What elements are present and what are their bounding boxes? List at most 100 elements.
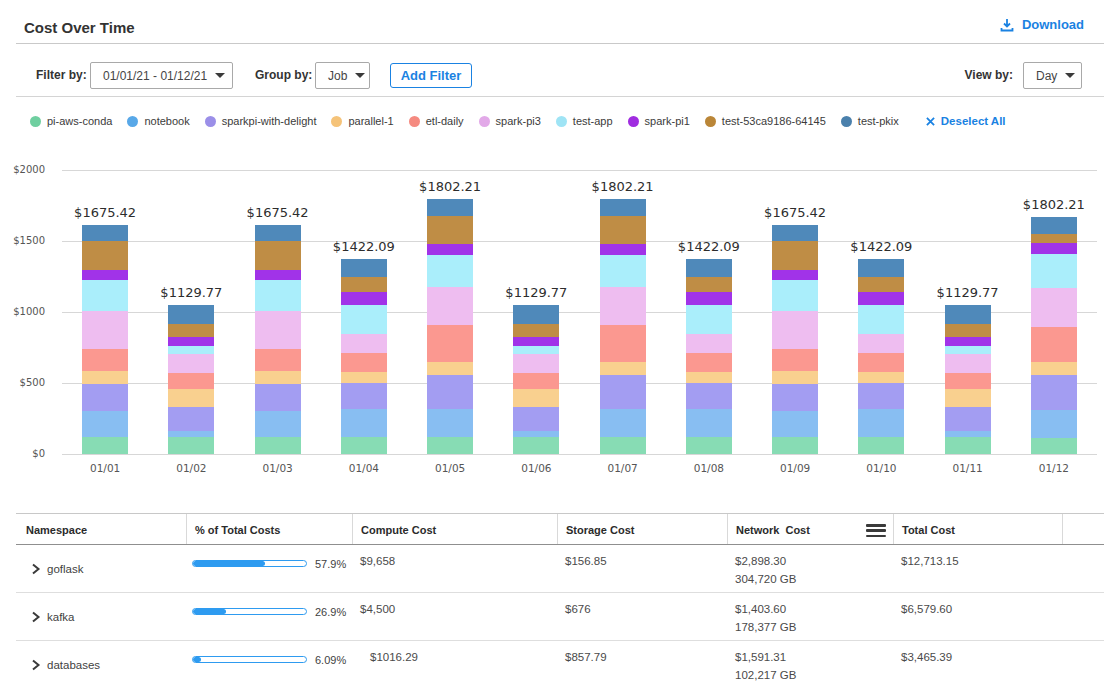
deselect-all-button[interactable]: Deselect All: [926, 115, 1006, 127]
bar-segment-spark-pi3[interactable]: [858, 334, 904, 354]
bar-segment-sparkpi-with-delight[interactable]: [427, 375, 473, 410]
bar-segment-pi-aws-conda[interactable]: [945, 437, 991, 454]
bar-segment-test-app[interactable]: [513, 346, 559, 353]
bar-segment-pi-aws-conda[interactable]: [600, 437, 646, 454]
bar-segment-etl-daily[interactable]: [772, 349, 818, 371]
bar-segment-spark-pi1[interactable]: [686, 292, 732, 305]
stacked-bar-01/03[interactable]: [255, 225, 301, 454]
bar-segment-spark-pi3[interactable]: [945, 354, 991, 373]
expand-chevron-icon[interactable]: [30, 563, 41, 575]
bar-segment-test-53ca9186-64145[interactable]: [341, 277, 387, 292]
bar-segment-notebook[interactable]: [82, 411, 128, 438]
bar-segment-spark-pi3[interactable]: [772, 311, 818, 349]
bar-segment-test-app[interactable]: [945, 346, 991, 353]
bar-segment-pi-aws-conda[interactable]: [255, 437, 301, 454]
bar-segment-etl-daily[interactable]: [600, 325, 646, 362]
bar-segment-pi-aws-conda[interactable]: [341, 437, 387, 454]
bar-segment-spark-pi1[interactable]: [772, 270, 818, 280]
bar-segment-notebook[interactable]: [427, 409, 473, 437]
bar-segment-etl-daily[interactable]: [1031, 327, 1077, 362]
bar-segment-test-53ca9186-64145[interactable]: [1031, 234, 1077, 244]
bar-segment-sparkpi-with-delight[interactable]: [168, 407, 214, 431]
bar-segment-etl-daily[interactable]: [255, 349, 301, 371]
bar-segment-test-53ca9186-64145[interactable]: [82, 241, 128, 269]
bar-segment-spark-pi3[interactable]: [82, 311, 128, 349]
bar-segment-sparkpi-with-delight[interactable]: [82, 384, 128, 411]
bar-segment-test-53ca9186-64145[interactable]: [513, 324, 559, 337]
stacked-bar-01/01[interactable]: [82, 225, 128, 454]
bar-segment-test-pkix[interactable]: [600, 199, 646, 216]
view-by-dropdown[interactable]: Day: [1023, 62, 1082, 89]
bar-segment-pi-aws-conda[interactable]: [686, 437, 732, 454]
bar-segment-spark-pi1[interactable]: [255, 270, 301, 280]
bar-segment-pi-aws-conda[interactable]: [168, 437, 214, 454]
bar-segment-test-53ca9186-64145[interactable]: [168, 324, 214, 337]
bar-segment-test-pkix[interactable]: [686, 259, 732, 277]
bar-segment-sparkpi-with-delight[interactable]: [513, 407, 559, 431]
bar-segment-test-app[interactable]: [858, 305, 904, 334]
bar-segment-etl-daily[interactable]: [427, 325, 473, 362]
legend-item-spark-pi3[interactable]: spark-pi3: [479, 115, 541, 127]
legend-item-test-53ca9186-64145[interactable]: test-53ca9186-64145: [705, 115, 826, 127]
bar-segment-test-app[interactable]: [255, 280, 301, 311]
stacked-bar-01/05[interactable]: [427, 199, 473, 454]
bar-segment-etl-daily[interactable]: [168, 373, 214, 390]
bar-segment-notebook[interactable]: [600, 409, 646, 437]
bar-segment-notebook[interactable]: [858, 409, 904, 437]
bar-segment-spark-pi3[interactable]: [255, 311, 301, 349]
bar-segment-spark-pi3[interactable]: [427, 287, 473, 325]
stacked-bar-01/04[interactable]: [341, 259, 387, 454]
bar-segment-pi-aws-conda[interactable]: [427, 437, 473, 454]
stacked-bar-01/09[interactable]: [772, 225, 818, 454]
bar-segment-notebook[interactable]: [686, 409, 732, 437]
bar-segment-parallel-1[interactable]: [513, 389, 559, 407]
add-filter-button[interactable]: Add Filter: [390, 63, 472, 88]
legend-item-parallel-1[interactable]: parallel-1: [331, 115, 393, 127]
bar-segment-test-pkix[interactable]: [341, 259, 387, 277]
bar-segment-spark-pi3[interactable]: [513, 354, 559, 373]
bar-segment-test-pkix[interactable]: [255, 225, 301, 242]
bar-segment-notebook[interactable]: [341, 409, 387, 437]
bar-segment-test-app[interactable]: [686, 305, 732, 334]
bar-segment-test-app[interactable]: [82, 280, 128, 311]
bar-segment-sparkpi-with-delight[interactable]: [686, 383, 732, 410]
bar-segment-parallel-1[interactable]: [772, 371, 818, 384]
bar-segment-sparkpi-with-delight[interactable]: [772, 384, 818, 411]
bar-segment-spark-pi1[interactable]: [513, 337, 559, 346]
bar-segment-test-pkix[interactable]: [772, 225, 818, 242]
bar-segment-spark-pi1[interactable]: [858, 292, 904, 305]
bar-segment-sparkpi-with-delight[interactable]: [858, 383, 904, 410]
bar-segment-sparkpi-with-delight[interactable]: [945, 407, 991, 431]
bar-segment-parallel-1[interactable]: [1031, 362, 1077, 375]
stacked-bar-01/10[interactable]: [858, 259, 904, 454]
bar-segment-test-app[interactable]: [600, 255, 646, 287]
bar-segment-test-53ca9186-64145[interactable]: [945, 324, 991, 337]
stacked-bar-01/06[interactable]: [513, 305, 559, 454]
bar-segment-parallel-1[interactable]: [82, 371, 128, 384]
bar-segment-spark-pi3[interactable]: [1031, 288, 1077, 327]
bar-segment-spark-pi3[interactable]: [168, 354, 214, 373]
stacked-bar-01/12[interactable]: [1031, 217, 1077, 454]
bar-segment-notebook[interactable]: [255, 411, 301, 438]
legend-item-test-pkix[interactable]: test-pkix: [841, 115, 899, 127]
bar-segment-spark-pi3[interactable]: [686, 334, 732, 354]
bar-segment-spark-pi1[interactable]: [600, 244, 646, 255]
bar-segment-parallel-1[interactable]: [427, 362, 473, 375]
date-range-dropdown[interactable]: 01/01/21 - 01/12/21: [90, 62, 233, 89]
expand-chevron-icon[interactable]: [30, 659, 41, 671]
bar-segment-etl-daily[interactable]: [686, 353, 732, 372]
legend-item-pi-aws-conda[interactable]: pi-aws-conda: [30, 115, 112, 127]
bar-segment-spark-pi1[interactable]: [82, 270, 128, 280]
stacked-bar-01/08[interactable]: [686, 259, 732, 454]
bar-segment-spark-pi1[interactable]: [945, 337, 991, 346]
bar-segment-test-pkix[interactable]: [427, 199, 473, 216]
bar-segment-parallel-1[interactable]: [255, 371, 301, 384]
bar-segment-parallel-1[interactable]: [858, 372, 904, 383]
stacked-bar-01/11[interactable]: [945, 305, 991, 454]
bar-segment-spark-pi1[interactable]: [427, 244, 473, 255]
bar-segment-pi-aws-conda[interactable]: [772, 437, 818, 454]
bar-segment-notebook[interactable]: [772, 411, 818, 438]
bar-segment-etl-daily[interactable]: [945, 373, 991, 390]
bar-segment-sparkpi-with-delight[interactable]: [341, 383, 387, 410]
bar-segment-spark-pi1[interactable]: [341, 292, 387, 305]
